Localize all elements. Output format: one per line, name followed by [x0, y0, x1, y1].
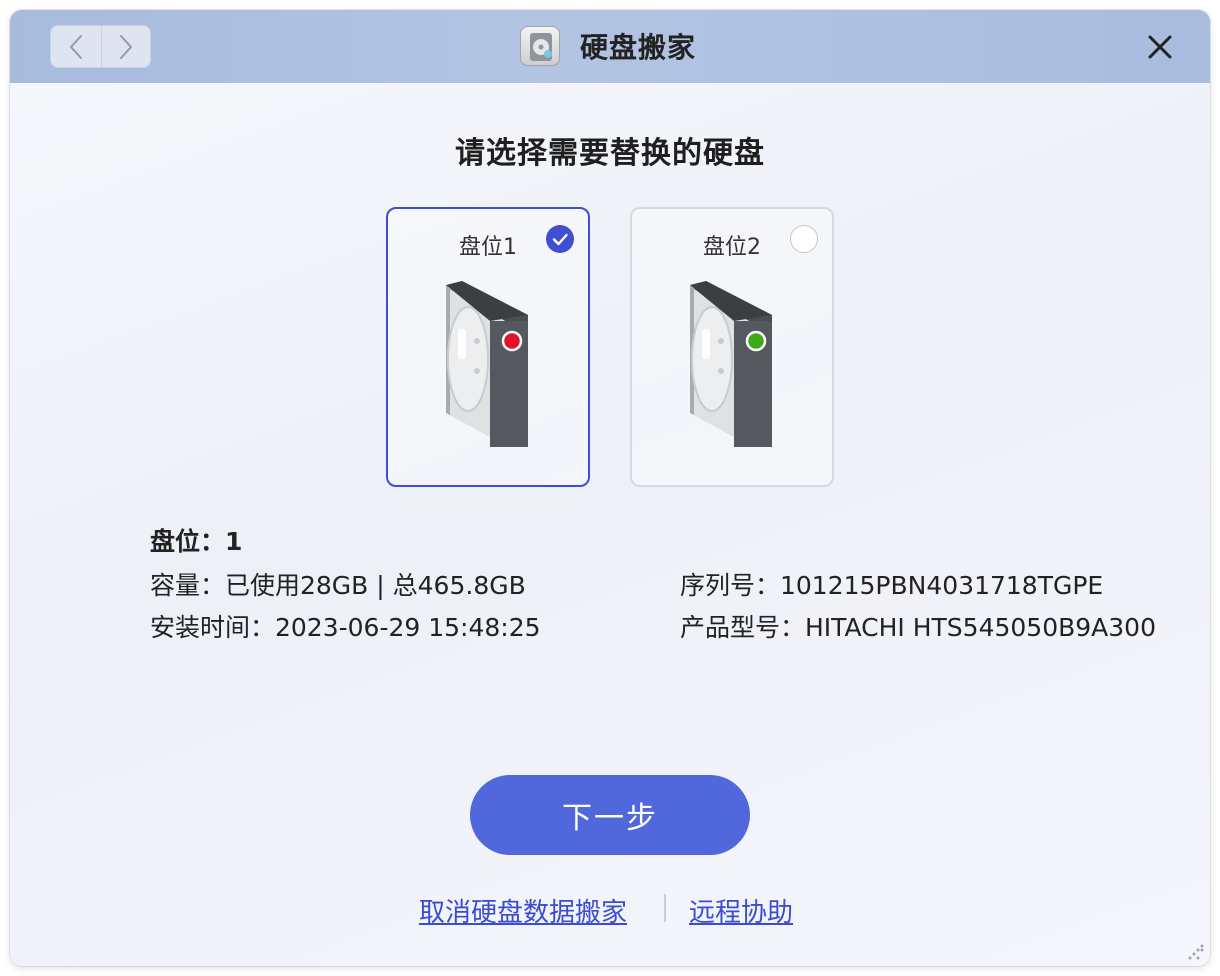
install-time-text: 安装时间：2023-06-29 15:48:25: [150, 613, 541, 642]
close-button[interactable]: [1145, 32, 1175, 62]
chevron-left-icon: [69, 34, 82, 59]
disk-migration-window: 硬盘搬家 请选择需要替换的硬盘 盘位1 盘位2 盘位：1 容量：已使用28GB …: [10, 10, 1210, 966]
nav-button-group: [50, 25, 151, 68]
status-led: [501, 330, 523, 352]
disk-slot-1-card[interactable]: 盘位1: [386, 207, 590, 487]
next-step-button[interactable]: 下一步: [470, 775, 750, 855]
cancel-migration-link[interactable]: 取消硬盘数据搬家: [419, 892, 627, 929]
back-button[interactable]: [51, 26, 101, 67]
chevron-right-icon: [119, 34, 132, 59]
selected-slot-title: 盘位：1: [150, 527, 243, 556]
resize-grip-icon[interactable]: [1186, 942, 1206, 962]
checked-radio-icon[interactable]: [546, 225, 574, 253]
window-title: 硬盘搬家: [580, 31, 697, 64]
page-heading: 请选择需要替换的硬盘: [455, 136, 765, 171]
title-bar: 硬盘搬家: [10, 10, 1210, 83]
remote-assist-link[interactable]: 远程协助: [689, 892, 793, 929]
disk-slot-2-card[interactable]: 盘位2: [630, 207, 834, 487]
close-icon: [1148, 35, 1172, 59]
product-model-text: 产品型号：HITACHI HTS545050B9A300: [680, 613, 1156, 642]
hdd-app-icon: [520, 26, 560, 66]
hard-disk-icon: [690, 281, 772, 447]
capacity-text: 容量：已使用28GB | 总465.8GB: [150, 571, 526, 600]
hard-disk-icon: [446, 281, 528, 447]
forward-button[interactable]: [100, 26, 151, 67]
window-title-group: 硬盘搬家: [520, 24, 696, 68]
link-divider: [664, 894, 666, 922]
status-led: [745, 330, 767, 352]
unchecked-radio-icon[interactable]: [790, 225, 818, 253]
serial-number-text: 序列号：101215PBN4031718TGPE: [680, 571, 1104, 600]
